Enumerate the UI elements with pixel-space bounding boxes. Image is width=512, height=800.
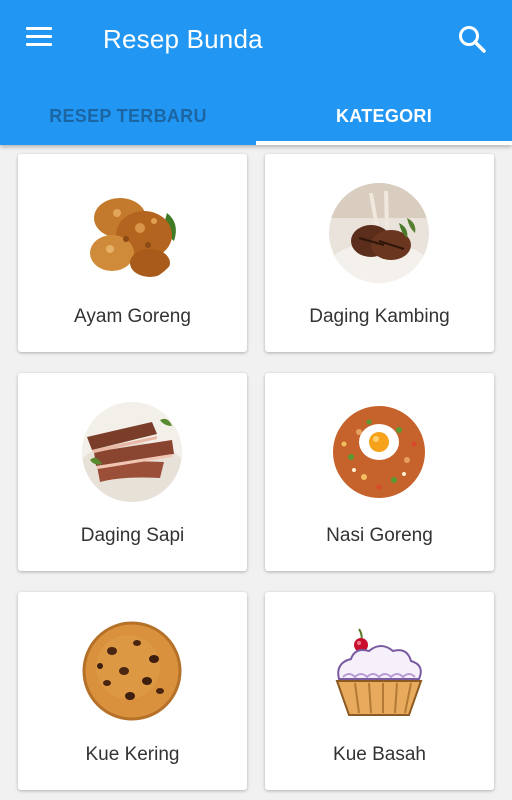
tab-resep-terbaru[interactable]: RESEP TERBARU	[0, 88, 256, 145]
category-card-kue-kering[interactable]: Kue Kering	[18, 592, 247, 790]
fried-chicken-image	[82, 183, 182, 283]
category-card-kue-basah[interactable]: Kue Basah	[265, 592, 494, 790]
app-bar: Resep Bunda RESEP TERBARU KATEGORI	[0, 0, 512, 145]
category-label: Ayam Goreng	[74, 306, 191, 327]
category-card-daging-kambing[interactable]: Daging Kambing	[265, 154, 494, 352]
cookie-image	[82, 621, 182, 721]
category-card-daging-sapi[interactable]: Daging Sapi	[18, 373, 247, 571]
category-label: Kue Basah	[333, 744, 426, 765]
tab-kategori[interactable]: KATEGORI	[256, 88, 512, 145]
sliced-beef-image	[82, 402, 182, 502]
fried-rice-image	[329, 402, 429, 502]
app-title: Resep Bunda	[103, 24, 263, 54]
menu-icon[interactable]	[22, 22, 58, 54]
category-label: Daging Sapi	[80, 525, 185, 546]
category-card-nasi-goreng[interactable]: Nasi Goreng	[265, 373, 494, 571]
tab-bar: RESEP TERBARU KATEGORI	[0, 88, 512, 145]
cupcake-image	[335, 628, 423, 716]
lamb-chops-image	[329, 183, 429, 283]
search-icon[interactable]	[455, 22, 489, 56]
category-label: Kue Kering	[85, 744, 180, 765]
category-label: Daging Kambing	[309, 306, 450, 327]
category-card-ayam-goreng[interactable]: Ayam Goreng	[18, 154, 247, 352]
category-label: Nasi Goreng	[326, 525, 433, 546]
